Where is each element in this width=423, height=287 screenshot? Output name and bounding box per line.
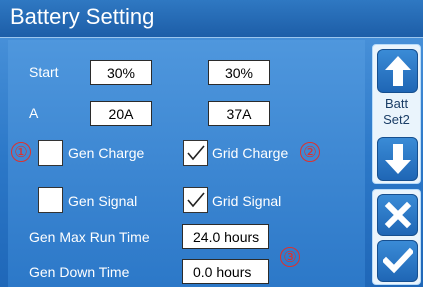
page-up-button[interactable]	[377, 49, 418, 93]
grid-charge-label: Grid Charge	[212, 145, 289, 161]
amps-value-1-field[interactable]: 20A	[90, 101, 152, 126]
page-nav-group: Batt Set2	[372, 44, 421, 184]
gen-charge-label: Gen Charge	[68, 145, 145, 161]
start-value-2-field[interactable]: 30%	[208, 60, 270, 85]
annotation-marker-3: ③	[280, 247, 300, 267]
grid-signal-label: Grid Signal	[212, 193, 282, 209]
amps-value-2-field[interactable]: 37A	[208, 101, 270, 126]
batt-set-label: Batt Set2	[373, 96, 420, 128]
gen-signal-label: Gen Signal	[68, 193, 138, 209]
page-down-button[interactable]	[377, 137, 418, 181]
gen-max-run-time-field[interactable]: 24.0 hours	[182, 224, 269, 249]
grid-charge-checkbox[interactable]	[183, 140, 208, 166]
gen-charge-checkbox[interactable]	[38, 140, 63, 166]
title-bar: Battery Setting	[0, 0, 423, 38]
settings-panel: Start 30% 30% A 20A 37A ① Gen Charge Gri…	[8, 40, 365, 287]
gen-down-time-label: Gen Down Time	[29, 264, 130, 280]
amps-label: A	[29, 105, 39, 121]
sidebar: Batt Set2	[372, 44, 421, 285]
check-icon	[382, 247, 413, 274]
battery-setting-screen: Battery Setting Start 30% 30% A 20A 37A …	[0, 0, 423, 287]
start-value-1-field[interactable]: 30%	[90, 60, 152, 85]
gen-down-time-field[interactable]: 0.0 hours	[182, 259, 269, 284]
confirm-button[interactable]	[377, 240, 418, 282]
annotation-marker-1: ①	[11, 142, 31, 162]
close-icon	[384, 201, 411, 229]
gen-max-run-time-label: Gen Max Run Time	[29, 229, 150, 245]
grid-signal-checkbox[interactable]	[183, 187, 208, 213]
start-label: Start	[29, 64, 59, 80]
arrow-down-icon	[384, 144, 411, 174]
arrow-up-icon	[384, 56, 411, 86]
batt-label-line1: Batt	[384, 96, 409, 111]
check-icon	[186, 192, 205, 208]
page-title: Battery Setting	[10, 4, 155, 29]
cancel-button[interactable]	[377, 194, 418, 236]
annotation-marker-2: ②	[300, 142, 320, 162]
gen-signal-checkbox[interactable]	[38, 187, 63, 213]
batt-label-line2: Set2	[383, 112, 410, 127]
check-icon	[186, 145, 205, 161]
action-group	[372, 189, 421, 285]
